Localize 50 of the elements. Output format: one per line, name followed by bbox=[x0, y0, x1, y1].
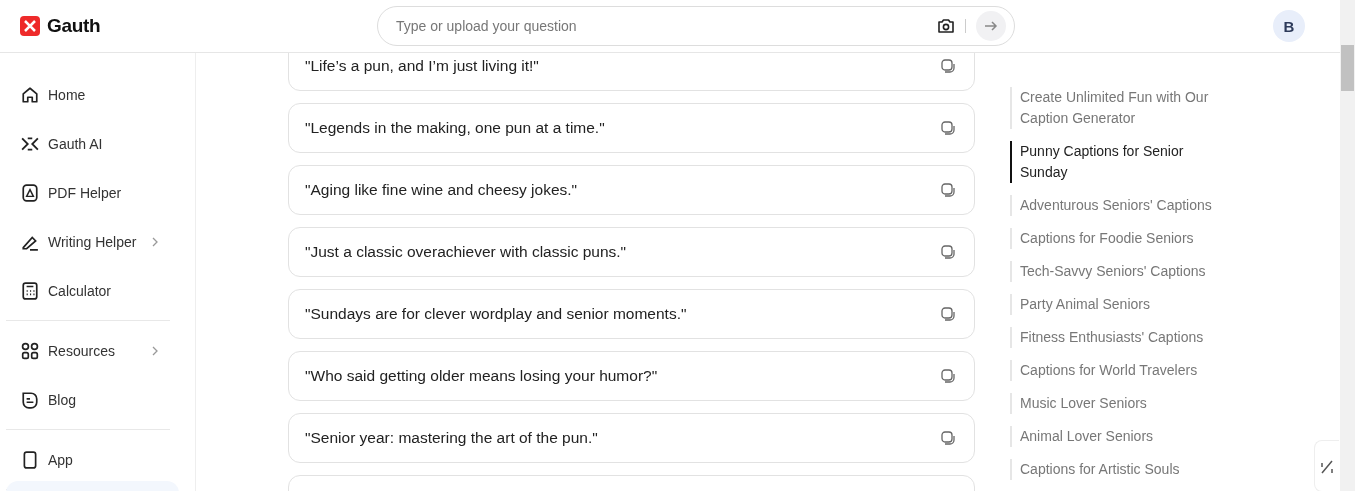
toc-link[interactable]: Captions for Artistic Souls bbox=[1010, 459, 1215, 480]
calculator-icon bbox=[21, 281, 39, 300]
toc-link[interactable]: Captions for Foodie Seniors bbox=[1010, 228, 1215, 249]
caption-text: "Just a classic overachiever with classic puns." bbox=[305, 243, 627, 261]
chevron-icon bbox=[150, 345, 160, 356]
phone-icon bbox=[21, 450, 39, 469]
toc-link[interactable]: Party Animal Seniors bbox=[1010, 294, 1215, 315]
copy-icon[interactable] bbox=[940, 244, 956, 260]
send-button[interactable] bbox=[976, 11, 1006, 41]
copy-icon[interactable] bbox=[940, 120, 956, 136]
caption-text: "Legends in the making, one pun at a time." bbox=[305, 119, 605, 137]
sidebar-item[interactable]: Gauth AI bbox=[6, 119, 170, 168]
toc-link[interactable]: Adventurous Seniors' Captions bbox=[1010, 195, 1215, 216]
home-icon bbox=[21, 85, 39, 104]
toc-link[interactable]: Create Unlimited Fun with Our Caption Generator bbox=[1010, 87, 1215, 129]
caption-text: "Who said getting older means losing your humor?" bbox=[305, 367, 658, 385]
toc-link[interactable]: Music Lover Seniors bbox=[1010, 393, 1215, 414]
camera-icon[interactable] bbox=[937, 17, 955, 35]
copy-icon[interactable] bbox=[940, 430, 956, 446]
toc-link[interactable]: Tech-Savvy Seniors' Captions bbox=[1010, 261, 1215, 282]
caption-text: "Senior year: mastering the art of the pun." bbox=[305, 429, 598, 447]
caption-text: "Sundays are for clever wordplay and senior moments." bbox=[305, 305, 687, 323]
sidebar-item[interactable]: Writing Helper bbox=[6, 217, 170, 266]
avatar[interactable]: B bbox=[1273, 10, 1305, 42]
toc-link[interactable]: Fitness Enthusiasts' Captions bbox=[1010, 327, 1215, 348]
copy-icon[interactable] bbox=[940, 306, 956, 322]
logo-text: Gauth bbox=[47, 15, 101, 37]
scrollbar[interactable] bbox=[1340, 0, 1355, 491]
chevron-icon bbox=[150, 236, 160, 247]
caption-text: "Life’s a pun, and I’m just living it!" bbox=[305, 57, 539, 75]
grid-icon bbox=[21, 341, 39, 360]
collapse-button[interactable] bbox=[1314, 440, 1339, 491]
sidebar-item[interactable]: Calculator bbox=[6, 266, 170, 315]
sidebar-item[interactable]: Resources bbox=[6, 326, 170, 375]
toc-link[interactable]: Captions for World Travelers bbox=[1010, 360, 1215, 381]
toc-link[interactable]: Animal Lover Seniors bbox=[1010, 426, 1215, 447]
sidebar-item[interactable]: Blog bbox=[6, 375, 170, 424]
arrow-icon bbox=[984, 19, 998, 33]
copy-icon[interactable] bbox=[940, 58, 956, 74]
copy-icon[interactable] bbox=[940, 368, 956, 384]
sidebar-item[interactable]: Home bbox=[6, 70, 170, 119]
logo-icon bbox=[20, 16, 40, 36]
document-icon bbox=[21, 183, 39, 202]
sidebar-item[interactable]: PDF Helper bbox=[6, 168, 170, 217]
caption-text: "Aging like fine wine and cheesy jokes." bbox=[305, 181, 578, 199]
copy-icon[interactable] bbox=[940, 182, 956, 198]
x-shape-icon bbox=[21, 134, 39, 153]
toc-link[interactable]: Punny Captions for Senior Sunday bbox=[1010, 141, 1215, 183]
sidebar-item[interactable]: App bbox=[6, 435, 170, 484]
document-icon bbox=[21, 390, 39, 409]
